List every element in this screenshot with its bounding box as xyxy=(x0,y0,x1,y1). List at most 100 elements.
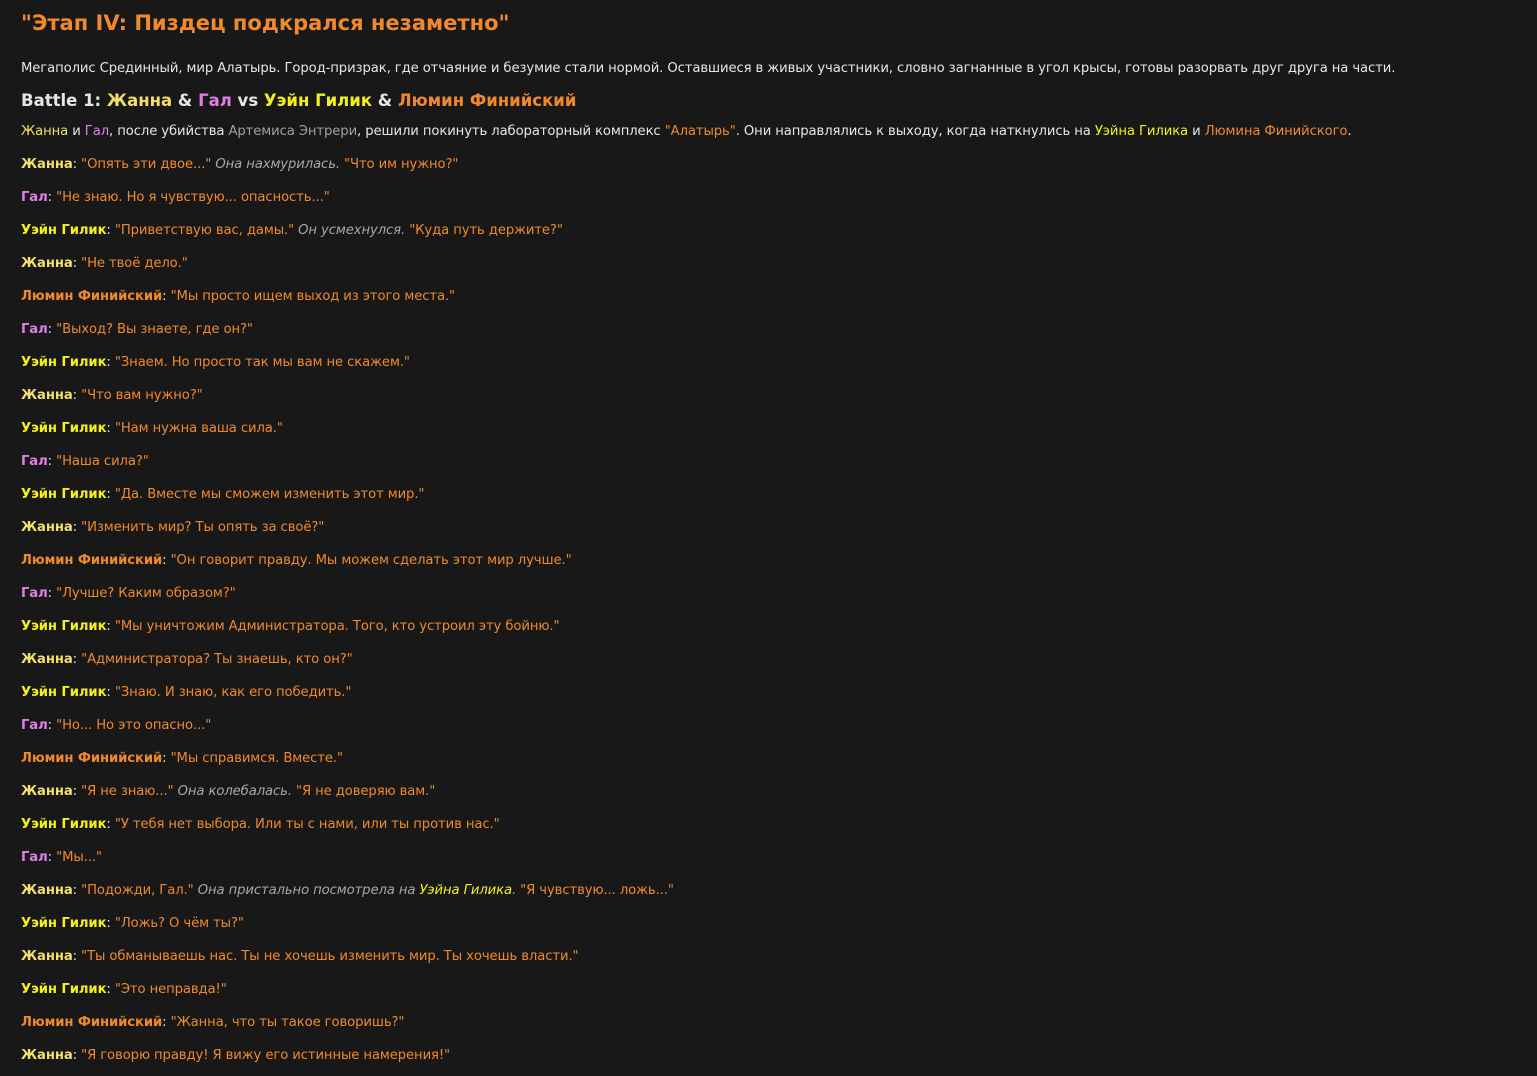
dialogue-line: Жанна: "Изменить мир? Ты опять за своё?" xyxy=(21,518,1516,538)
speaker-colon: : xyxy=(47,322,57,337)
speaker-colon: : xyxy=(72,520,82,535)
battle-vs: vs xyxy=(231,91,264,110)
dialogue-quote: "Мы..." xyxy=(56,850,102,865)
page-title: "Этап IV: Пиздец подкрался незаметно" xyxy=(21,11,510,35)
speaker-name: Уэйн Гилик xyxy=(21,421,107,436)
speaker-name: Гал xyxy=(21,190,48,205)
speaker-name: Жанна xyxy=(21,388,73,403)
dialogue-line: Жанна: "Подожди, Гал." Она пристально по… xyxy=(21,881,1516,901)
dialogue-line: Уэйн Гилик: "Да. Вместе мы сможем измени… xyxy=(21,485,1516,505)
dialogue-line: Жанна: "Что вам нужно?" xyxy=(21,386,1516,406)
speaker-name: Гал xyxy=(21,454,48,469)
speaker-name: Жанна xyxy=(21,520,73,535)
dialogue-line: Жанна: "Не твоё дело." xyxy=(21,254,1516,274)
stage-direction: Он усмехнулся. xyxy=(298,223,406,238)
speaker-name: Гал xyxy=(21,586,48,601)
dialogue-quote: "Мы уничтожим Администратора. Того, кто … xyxy=(114,619,560,634)
dialogue-line: Гал: "Не знаю. Но я чувствую... опасност… xyxy=(21,188,1516,208)
speaker-colon: : xyxy=(72,652,82,667)
speaker-name: Жанна xyxy=(21,652,73,667)
dialogue-quote: "Приветствую вас, дамы." xyxy=(114,223,295,238)
speaker-colon: : xyxy=(162,1015,171,1030)
narration-text: , решили покинуть лабораторный комплекс xyxy=(357,124,665,139)
speaker-colon: : xyxy=(72,157,82,172)
dialogue-line: Гал: "Выход? Вы знаете, где он?" xyxy=(21,320,1516,340)
dialogue-quote: "Жанна, что ты такое говоришь?" xyxy=(170,1015,405,1030)
narration-paragraph: Жанна и Гал, после убийства Артемиса Энт… xyxy=(21,122,1516,142)
dialogue-line: Уэйн Гилик: "Приветствую вас, дамы." Он … xyxy=(21,221,1516,241)
dialogue-quote: "Я не доверяю вам." xyxy=(291,784,436,799)
speaker-colon: : xyxy=(162,289,171,304)
speaker-colon: : xyxy=(72,784,82,799)
battle-fighter-gal: Гал xyxy=(198,91,232,110)
stage-direction: Она колебалась. xyxy=(177,784,292,799)
speaker-colon: : xyxy=(106,223,115,238)
dialogue-line: Жанна: "Администратора? Ты знаешь, кто о… xyxy=(21,650,1516,670)
speaker-name: Уэйн Гилик xyxy=(21,619,107,634)
speaker-name: Уэйн Гилик xyxy=(21,223,107,238)
dialogue-line: Жанна: "Ты обманываешь нас. Ты не хочешь… xyxy=(21,947,1516,967)
speaker-name: Гал xyxy=(21,718,48,733)
intro-paragraph: Мегаполис Срединный, мир Алатырь. Город-… xyxy=(21,61,1396,76)
dialogue-line: Уэйн Гилик: "Знаем. Но просто так мы вам… xyxy=(21,353,1516,373)
dialogue-quote: "Нам нужна ваша сила." xyxy=(114,421,283,436)
dialogue-quote: "Знаем. Но просто так мы вам не скажем." xyxy=(114,355,410,370)
speaker-colon: : xyxy=(162,553,171,568)
speaker-name: Уэйн Гилик xyxy=(21,355,107,370)
dialogue-quote: "Мы просто ищем выход из этого места." xyxy=(170,289,456,304)
dialogue-list: Жанна: "Опять эти двое..." Она нахмурила… xyxy=(21,155,1516,1066)
battle-prefix: Battle 1: xyxy=(21,91,107,110)
speaker-colon: : xyxy=(47,454,57,469)
speaker-colon: : xyxy=(106,421,115,436)
dialogue-quote: "Опять эти двое..." xyxy=(81,157,212,172)
dialogue-quote: "Что вам нужно?" xyxy=(81,388,203,403)
speaker-colon: : xyxy=(72,883,82,898)
battle-fighter-zhanna: Жанна xyxy=(106,91,173,110)
speaker-name: Жанна xyxy=(21,157,73,172)
dialogue-line: Жанна: "Я говорю правду! Я вижу его исти… xyxy=(21,1046,1516,1066)
speaker-name: Люмин Финийский xyxy=(21,289,163,304)
dialogue-line: Гал: "Мы..." xyxy=(21,848,1516,868)
speaker-name: Жанна xyxy=(21,784,73,799)
speaker-colon: : xyxy=(72,949,82,964)
speaker-name: Уэйн Гилик xyxy=(21,487,107,502)
dialogue-line: Уэйн Гилик: "Это неправда!" xyxy=(21,980,1516,1000)
dialogue-line: Жанна: "Опять эти двое..." Она нахмурила… xyxy=(21,155,1516,175)
speaker-colon: : xyxy=(47,190,57,205)
speaker-name: Уэйн Гилик xyxy=(21,817,107,832)
dialogue-quote: "Ложь? О чём ты?" xyxy=(114,916,244,931)
dialogue-line: Гал: "Наша сила?" xyxy=(21,452,1516,472)
dialogue-quote: "Не знаю. Но я чувствую... опасность..." xyxy=(56,190,330,205)
speaker-name: Уэйн Гилик xyxy=(21,685,107,700)
dialogue-line: Гал: "Лучше? Каким образом?" xyxy=(21,584,1516,604)
stage-direction: Она пристально посмотрела на xyxy=(197,883,420,898)
stage-direction: Она нахмурилась. xyxy=(215,157,340,172)
dialogue-quote: "Знаю. И знаю, как его победить." xyxy=(114,685,352,700)
narration-text: и xyxy=(1188,124,1205,139)
dialogue-quote: "Не твоё дело." xyxy=(81,256,188,271)
speaker-colon: : xyxy=(106,685,115,700)
dialogue-quote: "Мы справимся. Вместе." xyxy=(170,751,343,766)
dialogue-quote: "Я говорю правду! Я вижу его истинные на… xyxy=(81,1048,451,1063)
speaker-name: Люмин Финийский xyxy=(21,751,163,766)
narration-text: и xyxy=(68,124,85,139)
narration-name-lumin: Люмина Финийского xyxy=(1204,124,1348,139)
narration-place: "Алатырь" xyxy=(664,124,736,139)
dialogue-quote: "Что им нужно?" xyxy=(339,157,459,172)
narration-name-zhanna: Жанна xyxy=(21,124,69,139)
speaker-name: Жанна xyxy=(21,949,73,964)
speaker-colon: : xyxy=(106,487,115,502)
speaker-name: Уэйн Гилик xyxy=(21,982,107,997)
dialogue-line: Гал: "Но... Но это опасно..." xyxy=(21,716,1516,736)
dialogue-quote: "Администратора? Ты знаешь, кто он?" xyxy=(81,652,353,667)
battle-amp-2: & xyxy=(372,91,398,110)
dialogue-quote: "Но... Но это опасно..." xyxy=(56,718,212,733)
speaker-name: Люмин Финийский xyxy=(21,1015,163,1030)
dialogue-quote: "Ты обманываешь нас. Ты не хочешь измени… xyxy=(81,949,579,964)
battle-heading: Battle 1: Жанна & Гал vs Уэйн Гилик & Лю… xyxy=(21,89,1516,113)
speaker-colon: : xyxy=(72,1048,82,1063)
narration-name-wayne: Уэйна Гилика xyxy=(1094,124,1189,139)
dialogue-line: Люмин Финийский: "Он говорит правду. Мы … xyxy=(21,551,1516,571)
dialogue-line: Уэйн Гилик: "У тебя нет выбора. Или ты с… xyxy=(21,815,1516,835)
speaker-name: Жанна xyxy=(21,256,73,271)
